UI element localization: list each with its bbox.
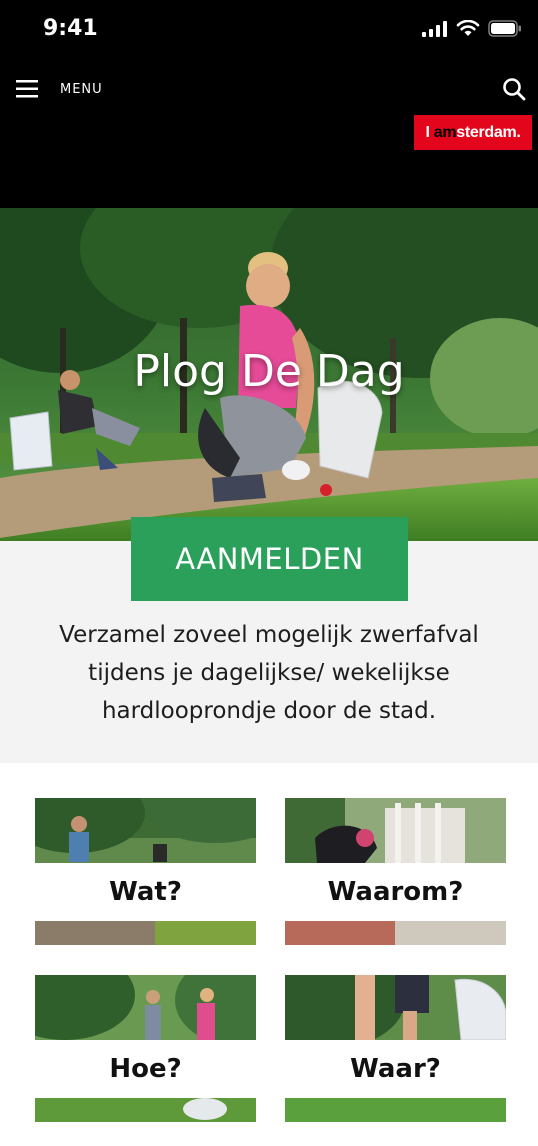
card-label: Wat? bbox=[35, 863, 256, 921]
card-waar[interactable]: Waar? bbox=[285, 975, 506, 1122]
wifi-icon bbox=[456, 20, 480, 36]
hamburger-icon bbox=[16, 80, 38, 98]
card-hoe[interactable]: Hoe? bbox=[35, 975, 256, 1122]
status-time: 9:41 bbox=[43, 16, 98, 41]
hero-title: Plog De Dag bbox=[133, 346, 405, 397]
signal-icon bbox=[422, 20, 447, 37]
card-wat[interactable]: Wat? bbox=[35, 798, 256, 945]
intro-text: Verzamel zoveel mogelijk zwerfafval tijd… bbox=[59, 622, 479, 724]
menu-label: MENU bbox=[60, 81, 103, 97]
card-label: Waar? bbox=[285, 1040, 506, 1098]
battery-icon bbox=[488, 20, 521, 37]
top-navigation: MENU I am sterdam. bbox=[0, 60, 538, 208]
status-icons bbox=[422, 20, 522, 37]
card-label: Waarom? bbox=[285, 863, 506, 921]
card-label: Hoe? bbox=[35, 1040, 256, 1098]
search-icon bbox=[503, 78, 526, 101]
info-cards-section: Wat? Waarom? Hoe? Waar? bbox=[0, 763, 538, 1146]
register-button[interactable]: AANMELDEN bbox=[131, 517, 408, 601]
search-button[interactable] bbox=[502, 77, 526, 106]
status-bar: 9:41 bbox=[0, 0, 538, 60]
menu-button[interactable]: MENU bbox=[16, 80, 103, 98]
hero-banner: Plog De Dag bbox=[0, 208, 538, 541]
i-amsterdam-logo[interactable]: I am sterdam. bbox=[414, 115, 532, 150]
card-waarom[interactable]: Waarom? bbox=[285, 798, 506, 945]
